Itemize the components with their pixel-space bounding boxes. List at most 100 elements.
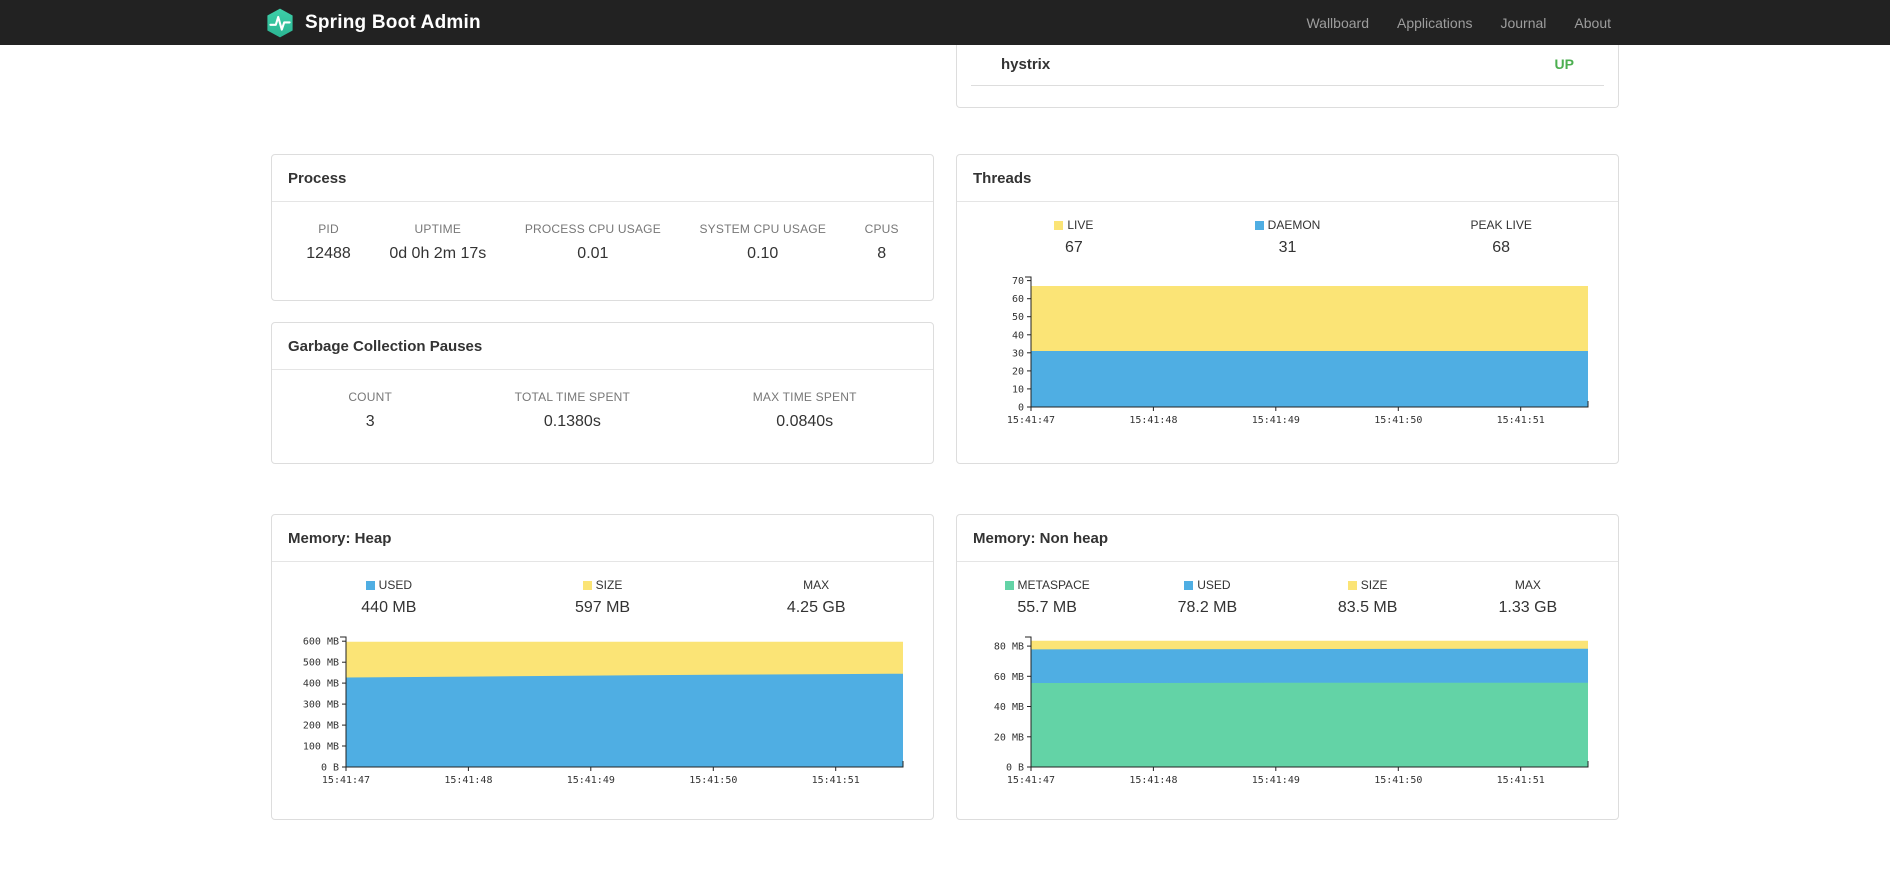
stat-label: CPUS [864, 222, 899, 236]
svg-text:15:41:51: 15:41:51 [812, 775, 860, 786]
svg-text:10: 10 [1012, 384, 1024, 395]
legend-item-daemon: DAEMON 31 [1181, 218, 1395, 257]
stat-gc-total-time: TOTAL TIME SPENT 0.1380s [515, 390, 630, 431]
stat-value: 0.1380s [543, 413, 601, 430]
nav-item-journal[interactable]: Journal [1486, 15, 1560, 31]
svg-text:300 MB: 300 MB [303, 700, 339, 711]
legend-label: USED [282, 578, 496, 592]
stat-value: 0.0840s [776, 413, 834, 430]
svg-text:15:41:49: 15:41:49 [1252, 415, 1300, 426]
legend-item-size: SIZE 597 MB [496, 578, 710, 617]
heap-panel-heading: Memory: Heap [272, 515, 933, 562]
legend-item-used: USED 78.2 MB [1127, 578, 1287, 617]
stat-cpus: CPUS 8 [865, 222, 899, 263]
svg-text:500 MB: 500 MB [303, 658, 339, 669]
threads-legend: LIVE 67 DAEMON 31 PEAK LIVE 68 [957, 202, 1618, 261]
legend-text: METASPACE [1017, 578, 1090, 592]
stat-value: 8 [877, 245, 887, 262]
legend-value: 55.7 MB [1017, 599, 1077, 616]
legend-label: MAX [709, 578, 923, 592]
health-row-hystrix: hystrix UP [971, 45, 1604, 86]
gc-panel: Garbage Collection Pauses COUNT 3 TOTAL … [271, 322, 934, 464]
svg-text:600 MB: 600 MB [303, 637, 339, 648]
health-key: hystrix [1001, 56, 1051, 73]
stat-value: 0.01 [577, 245, 609, 262]
svg-text:400 MB: 400 MB [303, 679, 339, 690]
legend-text: USED [1197, 578, 1231, 592]
size-swatch-icon [1347, 580, 1357, 590]
legend-label: METASPACE [967, 578, 1127, 592]
legend-value: 68 [1492, 239, 1511, 256]
nav-item-applications[interactable]: Applications [1383, 15, 1487, 31]
page: hystrix UP Process PID 12488 UPTIME 0d 0… [0, 0, 1890, 820]
stat-value: 3 [365, 413, 375, 430]
svg-text:15:41:51: 15:41:51 [1497, 775, 1545, 786]
legend-item-live: LIVE 67 [967, 218, 1181, 257]
nonheap-panel-heading: Memory: Non heap [957, 515, 1618, 562]
pulse-hexagon-icon [267, 8, 293, 37]
nonheap-legend: METASPACE 55.7 MB USED 78.2 MB SIZE 83.5… [957, 562, 1618, 621]
svg-text:60: 60 [1012, 294, 1024, 305]
panel-title: Memory: Non heap [973, 530, 1109, 547]
legend-value: 597 MB [574, 599, 631, 616]
svg-text:40: 40 [1012, 330, 1024, 341]
svg-text:0 B: 0 B [321, 763, 339, 774]
stat-label: COUNT [348, 390, 392, 404]
svg-text:70: 70 [1012, 276, 1024, 287]
svg-text:60 MB: 60 MB [994, 672, 1024, 683]
stat-process-cpu-usage: PROCESS CPU USAGE 0.01 [525, 222, 661, 263]
panel-title: Process [288, 170, 347, 187]
process-panel-heading: Process [272, 155, 933, 202]
panel-title: Threads [973, 170, 1032, 187]
navbar-inner: Spring Boot Admin Wallboard Applications… [265, 0, 1625, 45]
stat-value: 0.10 [747, 245, 779, 262]
non-heap-memory-panel: Memory: Non heap METASPACE 55.7 MB USED … [956, 514, 1619, 820]
stat-label: PID [318, 222, 339, 236]
non-heap-memory-chart: 0 B 20 MB 40 MB 60 MB 80 MB 15:41:47 15:41:48 1… [969, 629, 1618, 802]
gc-panel-body: COUNT 3 TOTAL TIME SPENT 0.1380s MAX TIM… [272, 370, 933, 455]
svg-text:15:41:48: 15:41:48 [1129, 415, 1177, 426]
svg-text:15:41:51: 15:41:51 [1497, 415, 1545, 426]
daemon-swatch-icon [1254, 220, 1264, 230]
heap-memory-chart: 0 B 100 MB 200 MB 300 MB 400 MB 500 MB 600 MB 1… [284, 629, 933, 802]
status-badge: UP [1554, 56, 1574, 72]
health-panel: hystrix UP [956, 45, 1619, 108]
svg-text:20 MB: 20 MB [994, 732, 1024, 743]
svg-text:15:41:47: 15:41:47 [322, 775, 370, 786]
process-stats: PID 12488 UPTIME 0d 0h 2m 17s PROCESS CP… [287, 222, 918, 263]
stat-gc-count: COUNT 3 [348, 390, 392, 431]
legend-label: USED [1127, 578, 1287, 592]
legend-item-used: USED 440 MB [282, 578, 496, 617]
brand-title: Spring Boot Admin [305, 11, 481, 33]
legend-label: PEAK LIVE [1394, 218, 1608, 232]
navbar-brand[interactable]: Spring Boot Admin [265, 8, 481, 38]
threads-chart: 0 10 20 30 40 50 60 70 15:41:47 15:41:48 15:41:49 1… [969, 269, 1618, 442]
nav-item-wallboard[interactable]: Wallboard [1292, 15, 1383, 31]
stat-system-cpu-usage: SYSTEM CPU USAGE 0.10 [699, 222, 826, 263]
legend-item-size: SIZE 83.5 MB [1288, 578, 1448, 617]
legend-value: 4.25 GB [786, 599, 846, 616]
legend-value: 78.2 MB [1177, 599, 1238, 616]
legend-value: 31 [1278, 239, 1297, 256]
legend-label: SIZE [1288, 578, 1448, 592]
legend-text: DAEMON [1267, 218, 1321, 232]
spring-boot-admin-logo-icon [265, 8, 295, 38]
svg-text:0: 0 [1018, 403, 1024, 414]
svg-text:15:41:48: 15:41:48 [1129, 775, 1177, 786]
nav-item-about[interactable]: About [1560, 15, 1625, 31]
svg-text:15:41:47: 15:41:47 [1007, 415, 1055, 426]
stat-label: SYSTEM CPU USAGE [699, 222, 827, 236]
svg-text:20: 20 [1012, 366, 1024, 377]
legend-label: SIZE [496, 578, 710, 592]
used-swatch-icon [1184, 580, 1194, 590]
svg-text:80 MB: 80 MB [994, 642, 1024, 653]
used-swatch-icon [365, 580, 375, 590]
legend-item-max: MAX 1.33 GB [1448, 578, 1608, 617]
heap-memory-panel: Memory: Heap USED 440 MB SIZE 597 MB MAX… [271, 514, 934, 820]
legend-value: 1.33 GB [1498, 599, 1558, 616]
svg-text:0 B: 0 B [1006, 763, 1024, 774]
svg-text:30: 30 [1012, 348, 1024, 359]
stat-value: 0d 0h 2m 17s [389, 245, 487, 262]
live-swatch-icon [1054, 220, 1064, 230]
top-navbar: Spring Boot Admin Wallboard Applications… [0, 0, 1890, 45]
